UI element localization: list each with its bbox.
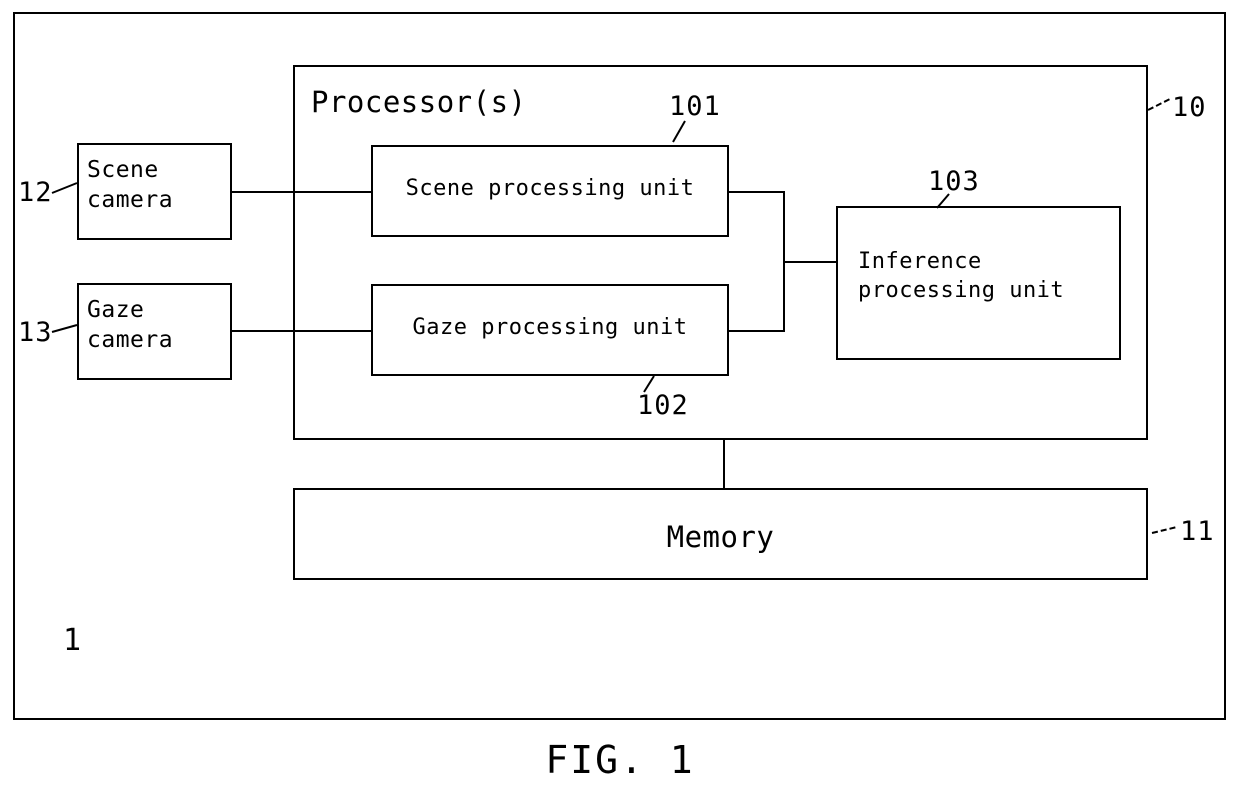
ref-numeral-1: 1 — [63, 623, 83, 658]
gaze-processing-unit-label: Gaze processing unit — [412, 315, 688, 340]
scene-camera-label: Scene camera — [87, 157, 174, 214]
connector-gaze-unit-to-bus — [729, 330, 785, 332]
connector-gaze-camera-to-gaze-unit — [232, 330, 371, 332]
gaze-camera-label: Gaze camera — [87, 297, 174, 354]
ref-numeral-103: 103 — [928, 166, 980, 197]
scene-processing-unit-label: Scene processing unit — [405, 176, 695, 201]
connector-scene-unit-to-bus — [729, 191, 785, 193]
inference-processing-unit-label: Inference processing unit — [858, 249, 1065, 304]
ref-numeral-102: 102 — [637, 390, 689, 421]
memory-label: Memory — [666, 520, 775, 554]
ref-numeral-10: 10 — [1172, 92, 1207, 123]
leader-line-11 — [1151, 526, 1178, 534]
ref-numeral-101: 101 — [669, 91, 721, 122]
ref-numeral-12: 12 — [18, 177, 53, 208]
leader-line-12 — [51, 182, 78, 194]
connector-bus-to-inference-unit — [783, 261, 836, 263]
leader-line-101 — [672, 120, 686, 143]
connector-processor-to-memory — [723, 440, 725, 488]
ref-numeral-13: 13 — [18, 317, 53, 348]
ref-numeral-11: 11 — [1180, 516, 1215, 547]
patent-figure: Processor(s) Scene processing unit Gaze … — [0, 0, 1240, 795]
figure-caption: FIG. 1 — [545, 738, 695, 782]
leader-line-13 — [51, 324, 78, 333]
processor-title: Processor(s) — [311, 85, 527, 119]
connector-scene-camera-to-scene-unit — [232, 191, 371, 193]
leader-line-103 — [936, 193, 950, 209]
